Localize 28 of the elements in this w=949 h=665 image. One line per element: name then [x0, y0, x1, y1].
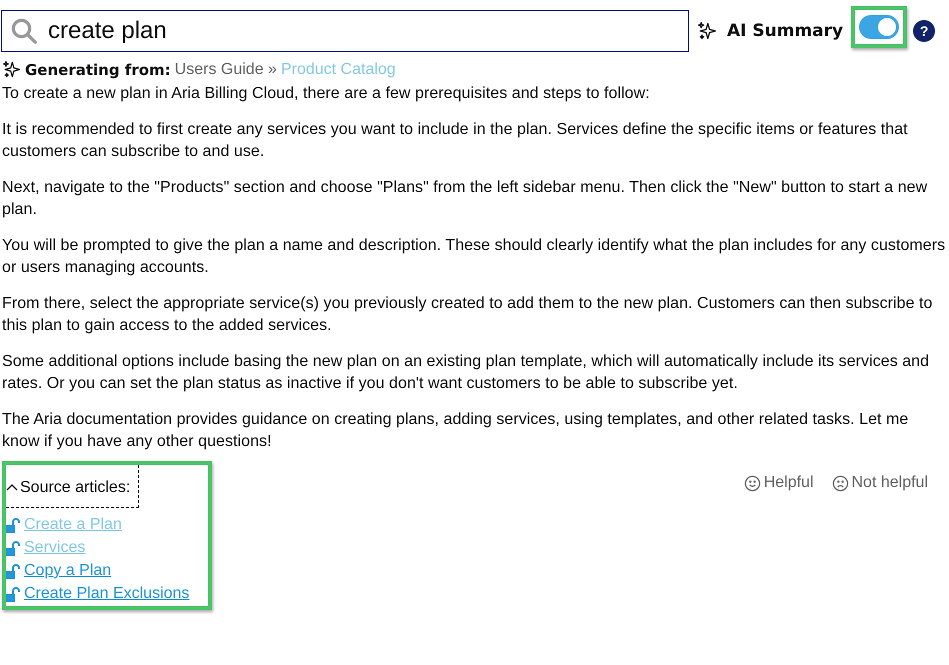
frown-icon [832, 474, 848, 492]
smile-icon [744, 474, 761, 492]
ai-summary-label: AI Summary [727, 21, 844, 41]
summary-paragraph: The Aria documentation provides guidance on creating plans, adding services, using templates, and other related tasks. Let me know if you have any other questions! [2, 410, 910, 452]
article-link[interactable]: Copy a Plan [24, 562, 112, 580]
search-icon [9, 16, 39, 46]
ai-summary-toggle[interactable] [859, 15, 900, 39]
sources-toggle[interactable]: Source articles: [6, 465, 140, 508]
summary-paragraph: Some additional options include basing the new plan on an existing plan template, which will automatically include its services and rates. Or you can set the plan status as inactive if you don't want customers to be able to subscribe yet. [2, 352, 930, 394]
summary-paragraph: You will be prompted to give the plan a name and description. These should clearly identify what the plan includes for any customers or users managing accounts. [2, 236, 946, 278]
generating-label: Generating from: [25, 60, 171, 78]
breadcrumb-text: Users Guide » [174, 60, 277, 78]
summary-paragraph: From there, select the appropriate service(s) you previously created to add them to the new plan. Customers can then subscribe to this plan to gain access to the added services. [2, 294, 934, 336]
help-button[interactable]: ? [913, 20, 936, 42]
summary-paragraph: Next, navigate to the "Products" section and choose "Plans" from the left sidebar menu. Then click the "New" button to start a new plan. [2, 178, 928, 220]
sparkle-icon [2, 60, 21, 79]
caret-icon [6, 483, 18, 493]
unlock-icon [6, 518, 20, 532]
unlock-icon [6, 586, 20, 602]
summary-paragraph: To create a new plan in Aria Billing Cloud, there are a few prerequisites and steps to follow: [2, 84, 651, 104]
helpful-button[interactable]: Helpful [744, 474, 814, 492]
search-field[interactable]: create plan [1, 10, 689, 52]
not-helpful-button[interactable]: Not helpful [832, 474, 928, 492]
unlock-icon [6, 564, 20, 578]
article-link[interactable]: Create Plan Exclusions [24, 585, 190, 603]
summary-paragraph: It is recommended to first create any services you want to include in the plan. Services define the specific items or features that customers can subscribe to and use. [2, 120, 909, 162]
sparkle-icon [697, 21, 717, 41]
unlock-icon [6, 540, 20, 556]
